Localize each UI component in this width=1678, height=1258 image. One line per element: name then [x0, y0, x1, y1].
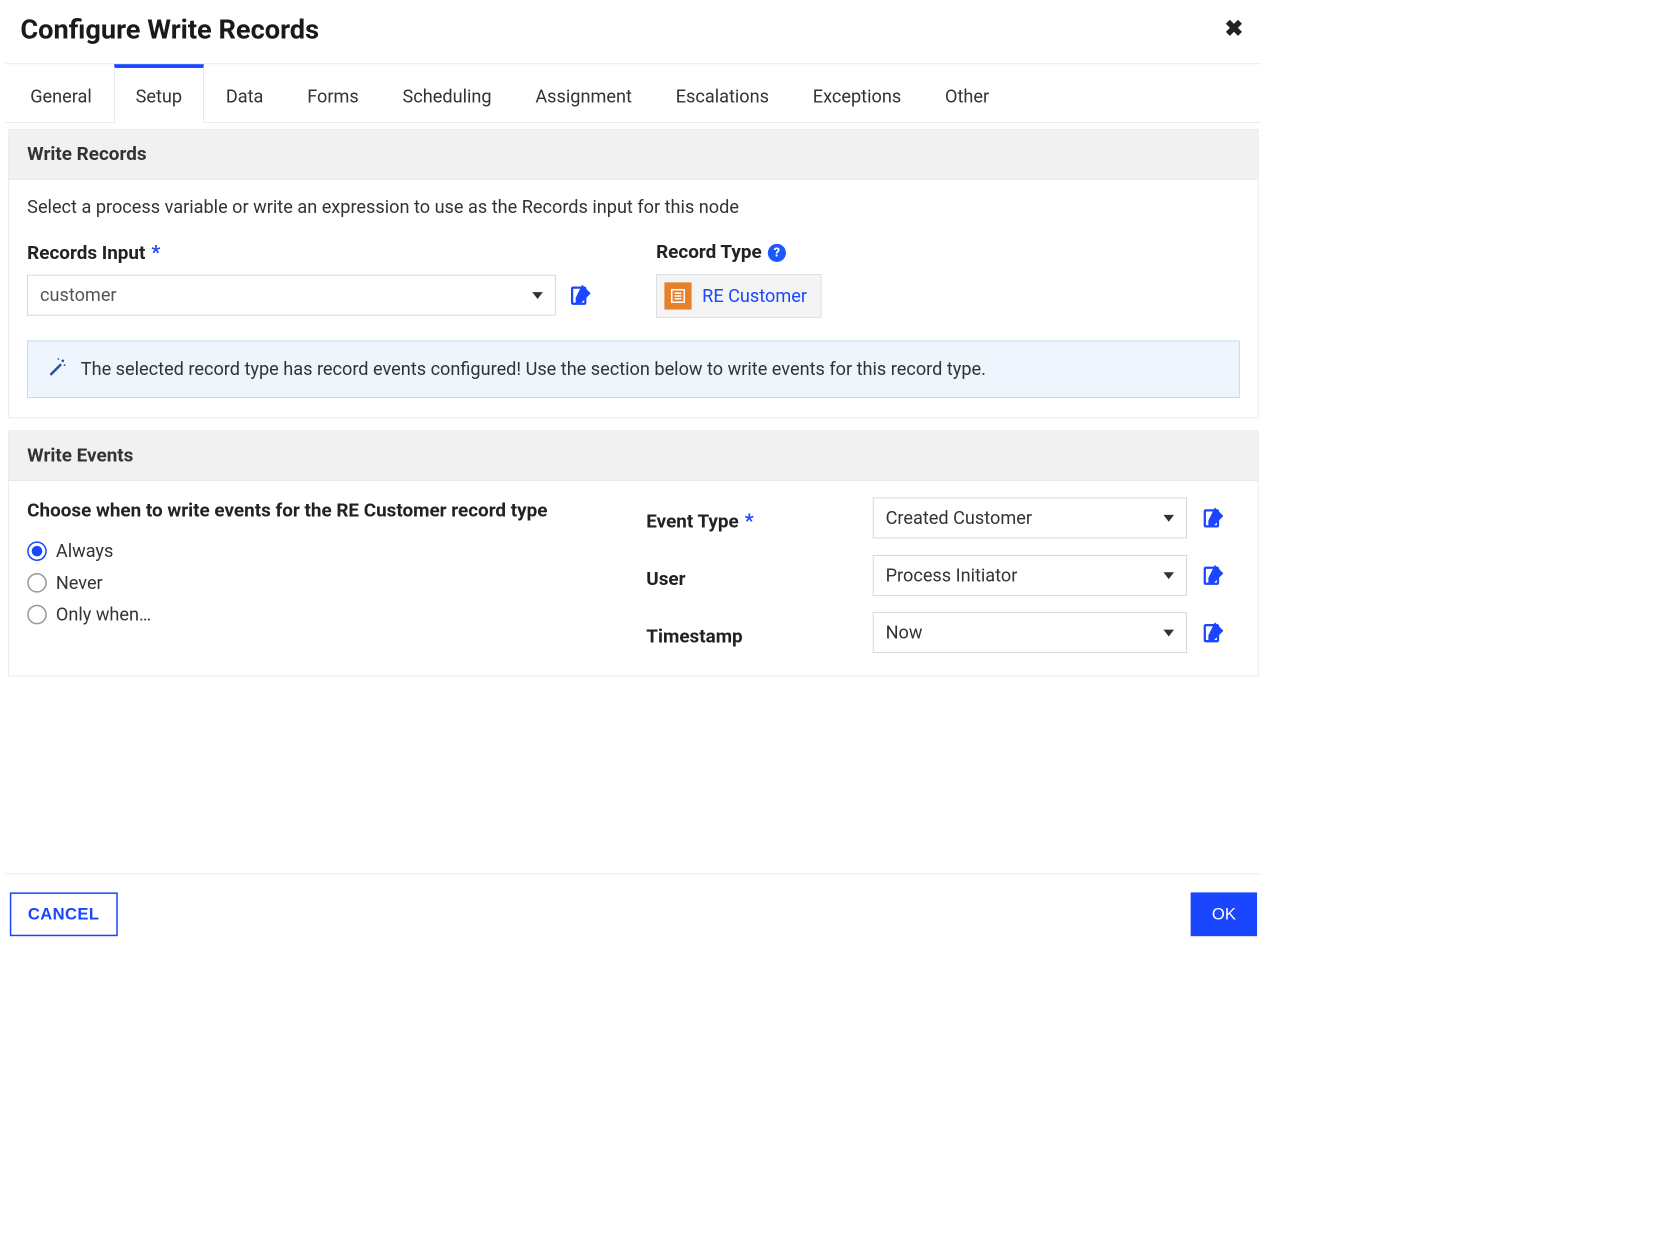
- tab-assignment[interactable]: Assignment: [513, 64, 653, 123]
- chevron-down-icon: [1163, 515, 1174, 522]
- edit-expression-icon[interactable]: [569, 284, 592, 307]
- record-type-chip[interactable]: RE Customer: [656, 274, 821, 318]
- tab-bar: General Setup Data Forms Scheduling Assi…: [5, 64, 1261, 123]
- user-value: Process Initiator: [886, 565, 1018, 586]
- tab-exceptions[interactable]: Exceptions: [791, 64, 923, 123]
- close-icon[interactable]: ✖: [1221, 15, 1246, 44]
- records-input-label-text: Records Input: [27, 242, 145, 264]
- radio-label: Never: [56, 572, 103, 593]
- record-type-label: Record Type ?: [656, 242, 1240, 264]
- event-type-label-text: Event Type: [646, 511, 738, 533]
- records-input-label: Records Input *: [27, 242, 611, 265]
- modal-title: Configure Write Records: [20, 14, 319, 46]
- edit-timestamp-icon[interactable]: [1202, 621, 1240, 644]
- tab-scheduling[interactable]: Scheduling: [381, 64, 514, 123]
- tab-setup[interactable]: Setup: [114, 64, 204, 123]
- write-records-description: Select a process variable or write an ex…: [27, 196, 1240, 217]
- magic-wand-icon: [46, 356, 67, 382]
- user-label: User: [646, 561, 857, 590]
- tab-data[interactable]: Data: [204, 64, 285, 123]
- chevron-down-icon: [532, 292, 543, 299]
- chevron-down-icon: [1163, 572, 1174, 579]
- chevron-down-icon: [1163, 629, 1174, 636]
- cancel-button[interactable]: CANCEL: [10, 892, 118, 936]
- write-records-section: Write Records Select a process variable …: [8, 129, 1258, 418]
- event-type-label: Event Type *: [646, 503, 857, 533]
- required-star-icon: *: [151, 242, 160, 265]
- event-type-select[interactable]: Created Customer: [873, 498, 1187, 539]
- tab-general[interactable]: General: [8, 64, 113, 123]
- radio-icon: [27, 573, 47, 593]
- user-select[interactable]: Process Initiator: [873, 555, 1187, 596]
- required-star-icon: *: [745, 510, 754, 533]
- timestamp-select[interactable]: Now: [873, 612, 1187, 653]
- write-events-heading: Choose when to write events for the RE C…: [27, 498, 601, 524]
- tab-other[interactable]: Other: [923, 64, 1011, 123]
- radio-label: Always: [56, 541, 113, 562]
- records-input-select[interactable]: customer: [27, 275, 556, 316]
- edit-user-icon[interactable]: [1202, 564, 1240, 587]
- record-type-value: RE Customer: [702, 285, 807, 306]
- tab-forms[interactable]: Forms: [285, 64, 380, 123]
- write-events-when-radio-group: Always Never Only when…: [27, 541, 601, 626]
- record-type-label-text: Record Type: [656, 242, 762, 264]
- radio-option-only-when[interactable]: Only when…: [27, 604, 601, 625]
- write-events-section: Write Events Choose when to write events…: [8, 430, 1258, 676]
- help-icon[interactable]: ?: [768, 243, 786, 261]
- radio-option-never[interactable]: Never: [27, 572, 601, 593]
- record-type-icon: [664, 282, 691, 309]
- tab-escalations[interactable]: Escalations: [654, 64, 791, 123]
- radio-icon: [27, 605, 47, 625]
- write-events-header: Write Events: [9, 431, 1258, 481]
- records-input-value: customer: [40, 285, 117, 306]
- timestamp-label: Timestamp: [646, 618, 857, 647]
- radio-icon: [27, 541, 47, 561]
- radio-label: Only when…: [56, 604, 151, 625]
- ok-button[interactable]: OK: [1191, 892, 1257, 936]
- edit-event-type-icon[interactable]: [1202, 507, 1240, 530]
- write-records-header: Write Records: [9, 130, 1258, 180]
- info-banner: The selected record type has record even…: [27, 341, 1240, 398]
- modal-footer: CANCEL OK: [5, 874, 1261, 937]
- info-banner-text: The selected record type has record even…: [81, 359, 986, 380]
- timestamp-value: Now: [886, 622, 923, 643]
- radio-option-always[interactable]: Always: [27, 541, 601, 562]
- event-type-value: Created Customer: [886, 507, 1032, 528]
